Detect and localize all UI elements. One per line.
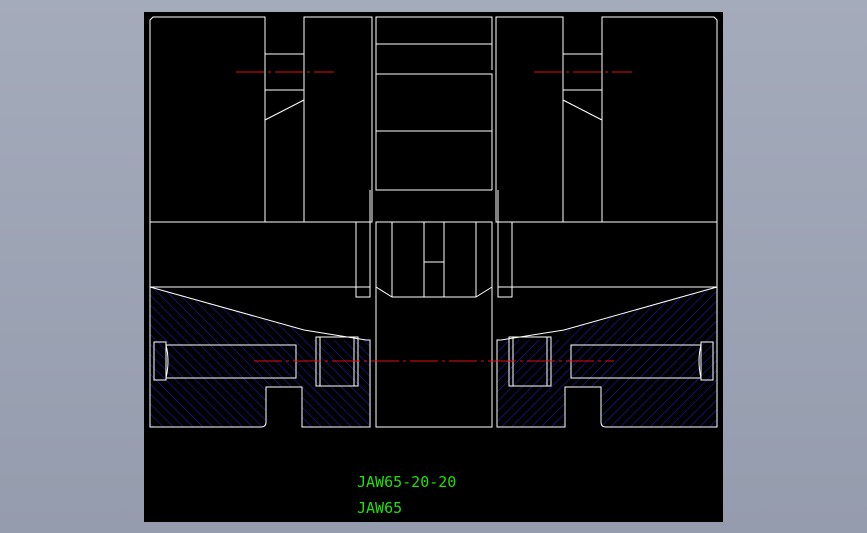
centerlines (236, 71, 632, 362)
section-hatch (150, 287, 717, 427)
part-code-label: JAW65 (357, 499, 403, 517)
drawing-canvas[interactable]: JAW65-20-20 JAW65 (144, 12, 723, 522)
part-number-label: JAW65-20-20 (357, 473, 457, 491)
jaw-section-drawing (149, 16, 718, 428)
